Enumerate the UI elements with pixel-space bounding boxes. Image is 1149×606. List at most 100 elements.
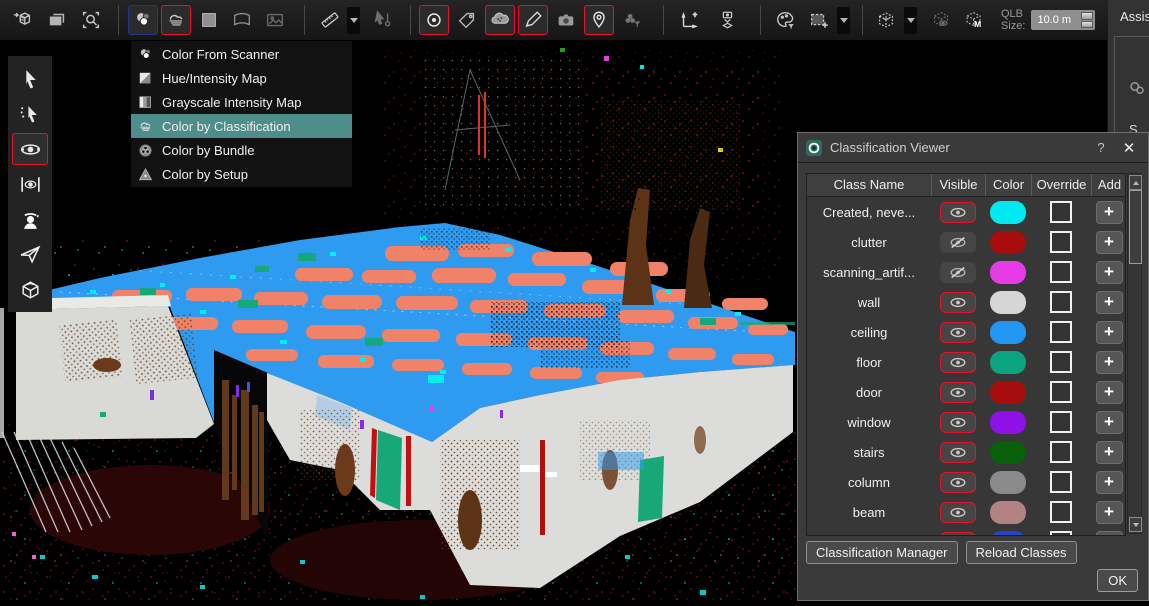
visibility-toggle[interactable]	[940, 352, 976, 373]
class-color-swatch[interactable]	[990, 531, 1026, 537]
add-class-button[interactable]: +	[1096, 291, 1123, 314]
point-cloud-color-mode-icon[interactable]	[161, 5, 191, 35]
override-checkbox[interactable]	[1050, 441, 1072, 463]
override-checkbox[interactable]	[1050, 321, 1072, 343]
palette-filter-icon[interactable]	[771, 5, 801, 35]
class-color-swatch[interactable]	[990, 381, 1026, 404]
menu-item-color-by-setup[interactable]: Color by Setup	[131, 162, 352, 186]
add-class-button[interactable]: +	[1096, 471, 1123, 494]
panorama-icon[interactable]	[227, 5, 257, 35]
class-color-swatch[interactable]	[990, 501, 1026, 524]
override-checkbox[interactable]	[1050, 501, 1072, 523]
override-checkbox[interactable]	[1050, 291, 1072, 313]
fly-tool-icon[interactable]	[12, 238, 48, 270]
override-checkbox[interactable]	[1050, 261, 1072, 283]
clip-box-icon[interactable]	[871, 5, 901, 35]
import-project-icon[interactable]	[8, 5, 38, 35]
clip-box-m-icon[interactable]: M	[959, 5, 989, 35]
color-from-scanner-icon[interactable]	[128, 5, 158, 35]
class-color-swatch[interactable]	[990, 201, 1026, 224]
geo-pin-icon[interactable]	[584, 5, 614, 35]
override-checkbox[interactable]	[1050, 381, 1072, 403]
visibility-toggle[interactable]	[940, 412, 976, 433]
menu-item-color-by-bundle[interactable]: Color by Bundle	[131, 138, 352, 162]
scroll-up-icon[interactable]	[1129, 175, 1142, 190]
class-color-swatch[interactable]	[990, 441, 1026, 464]
add-class-button[interactable]: +	[1096, 411, 1123, 434]
menu-item-hue-intensity-map[interactable]: Hue/Intensity Map	[131, 66, 352, 90]
class-color-swatch[interactable]	[990, 351, 1026, 374]
ruler-dropdown-icon[interactable]	[347, 7, 360, 34]
scrollbar-thumb[interactable]	[1129, 190, 1142, 264]
menu-item-grayscale-intensity-map[interactable]: Grayscale Intensity Map	[131, 90, 352, 114]
add-class-button[interactable]: +	[1096, 201, 1123, 224]
visibility-toggle[interactable]	[940, 442, 976, 463]
ruler-icon[interactable]	[315, 5, 345, 35]
solid-color-icon[interactable]	[194, 5, 224, 35]
select-tool-icon[interactable]	[12, 63, 48, 95]
add-class-button[interactable]: +	[1096, 351, 1123, 374]
help-button[interactable]: ?	[1092, 140, 1110, 155]
add-class-button[interactable]: +	[1096, 381, 1123, 404]
add-class-button[interactable]: +	[1096, 441, 1123, 464]
selection-dropdown-icon[interactable]	[837, 7, 850, 34]
visibility-toggle[interactable]	[940, 322, 976, 343]
visibility-toggle[interactable]	[940, 502, 976, 523]
scroll-down-icon[interactable]	[1129, 517, 1142, 532]
camera-icon[interactable]	[551, 5, 581, 35]
add-class-button[interactable]: +	[1096, 321, 1123, 344]
visibility-toggle[interactable]	[940, 232, 976, 253]
table-scrollbar[interactable]	[1127, 173, 1142, 534]
add-class-button[interactable]: +	[1096, 501, 1123, 524]
override-checkbox[interactable]	[1050, 411, 1072, 433]
class-color-swatch[interactable]	[990, 291, 1026, 314]
override-checkbox[interactable]	[1050, 471, 1072, 493]
class-color-swatch[interactable]	[990, 321, 1026, 344]
menu-item-color-from-scanner[interactable]: Color From Scanner	[131, 42, 352, 66]
add-axes-icon[interactable]	[674, 5, 704, 35]
look-around-tool-icon[interactable]	[12, 203, 48, 235]
override-checkbox[interactable]	[1050, 531, 1072, 536]
zoom-selection-icon[interactable]	[76, 5, 106, 35]
override-checkbox[interactable]	[1050, 201, 1072, 223]
add-class-button[interactable]: +	[1096, 261, 1123, 284]
bundle-filter-icon[interactable]	[617, 5, 647, 35]
override-checkbox[interactable]	[1050, 351, 1072, 373]
override-checkbox[interactable]	[1050, 231, 1072, 253]
add-class-button[interactable]: +	[1096, 531, 1123, 537]
qlb-size-spinner[interactable]	[1081, 12, 1093, 28]
ok-button[interactable]: OK	[1097, 569, 1138, 592]
selection-box-add-icon[interactable]	[804, 5, 834, 35]
clip-box-visibility-icon[interactable]	[926, 5, 956, 35]
visibility-toggle[interactable]	[940, 472, 976, 493]
reload-classes-button[interactable]: Reload Classes	[966, 541, 1077, 564]
image-icon[interactable]	[260, 5, 290, 35]
class-color-swatch[interactable]	[990, 411, 1026, 434]
cloud-points-icon[interactable]	[485, 5, 515, 35]
view-cube-tool-icon[interactable]	[12, 273, 48, 305]
class-color-swatch[interactable]	[990, 261, 1026, 284]
viewport-3d[interactable]	[0, 40, 797, 601]
menu-item-color-by-classification[interactable]: Color by Classification	[131, 114, 352, 138]
duplicate-view-icon[interactable]	[42, 5, 72, 35]
add-class-button[interactable]: +	[1096, 231, 1123, 254]
orbit-tool-icon[interactable]	[12, 133, 48, 165]
constrained-orbit-tool-icon[interactable]	[12, 168, 48, 200]
visibility-toggle[interactable]	[940, 202, 976, 223]
visibility-toggle[interactable]	[940, 382, 976, 403]
select-points-tool-icon[interactable]	[12, 98, 48, 130]
class-color-swatch[interactable]	[990, 231, 1026, 254]
tag-icon[interactable]	[452, 5, 482, 35]
marker-pen-icon[interactable]	[518, 5, 548, 35]
visibility-toggle[interactable]	[940, 262, 976, 283]
classification-manager-button[interactable]: Classification Manager	[806, 541, 958, 564]
qlb-size-input[interactable]: 10.0 m	[1031, 10, 1095, 30]
clip-box-dropdown-icon[interactable]	[904, 7, 917, 34]
cursor-temperature-icon[interactable]	[368, 5, 398, 35]
close-icon[interactable]: ✕	[1118, 139, 1140, 157]
visibility-toggle[interactable]	[940, 292, 976, 313]
class-color-swatch[interactable]	[990, 471, 1026, 494]
limit-circle-icon[interactable]	[419, 5, 449, 35]
visibility-toggle[interactable]	[940, 532, 976, 537]
setup-to-view-icon[interactable]	[712, 5, 742, 35]
